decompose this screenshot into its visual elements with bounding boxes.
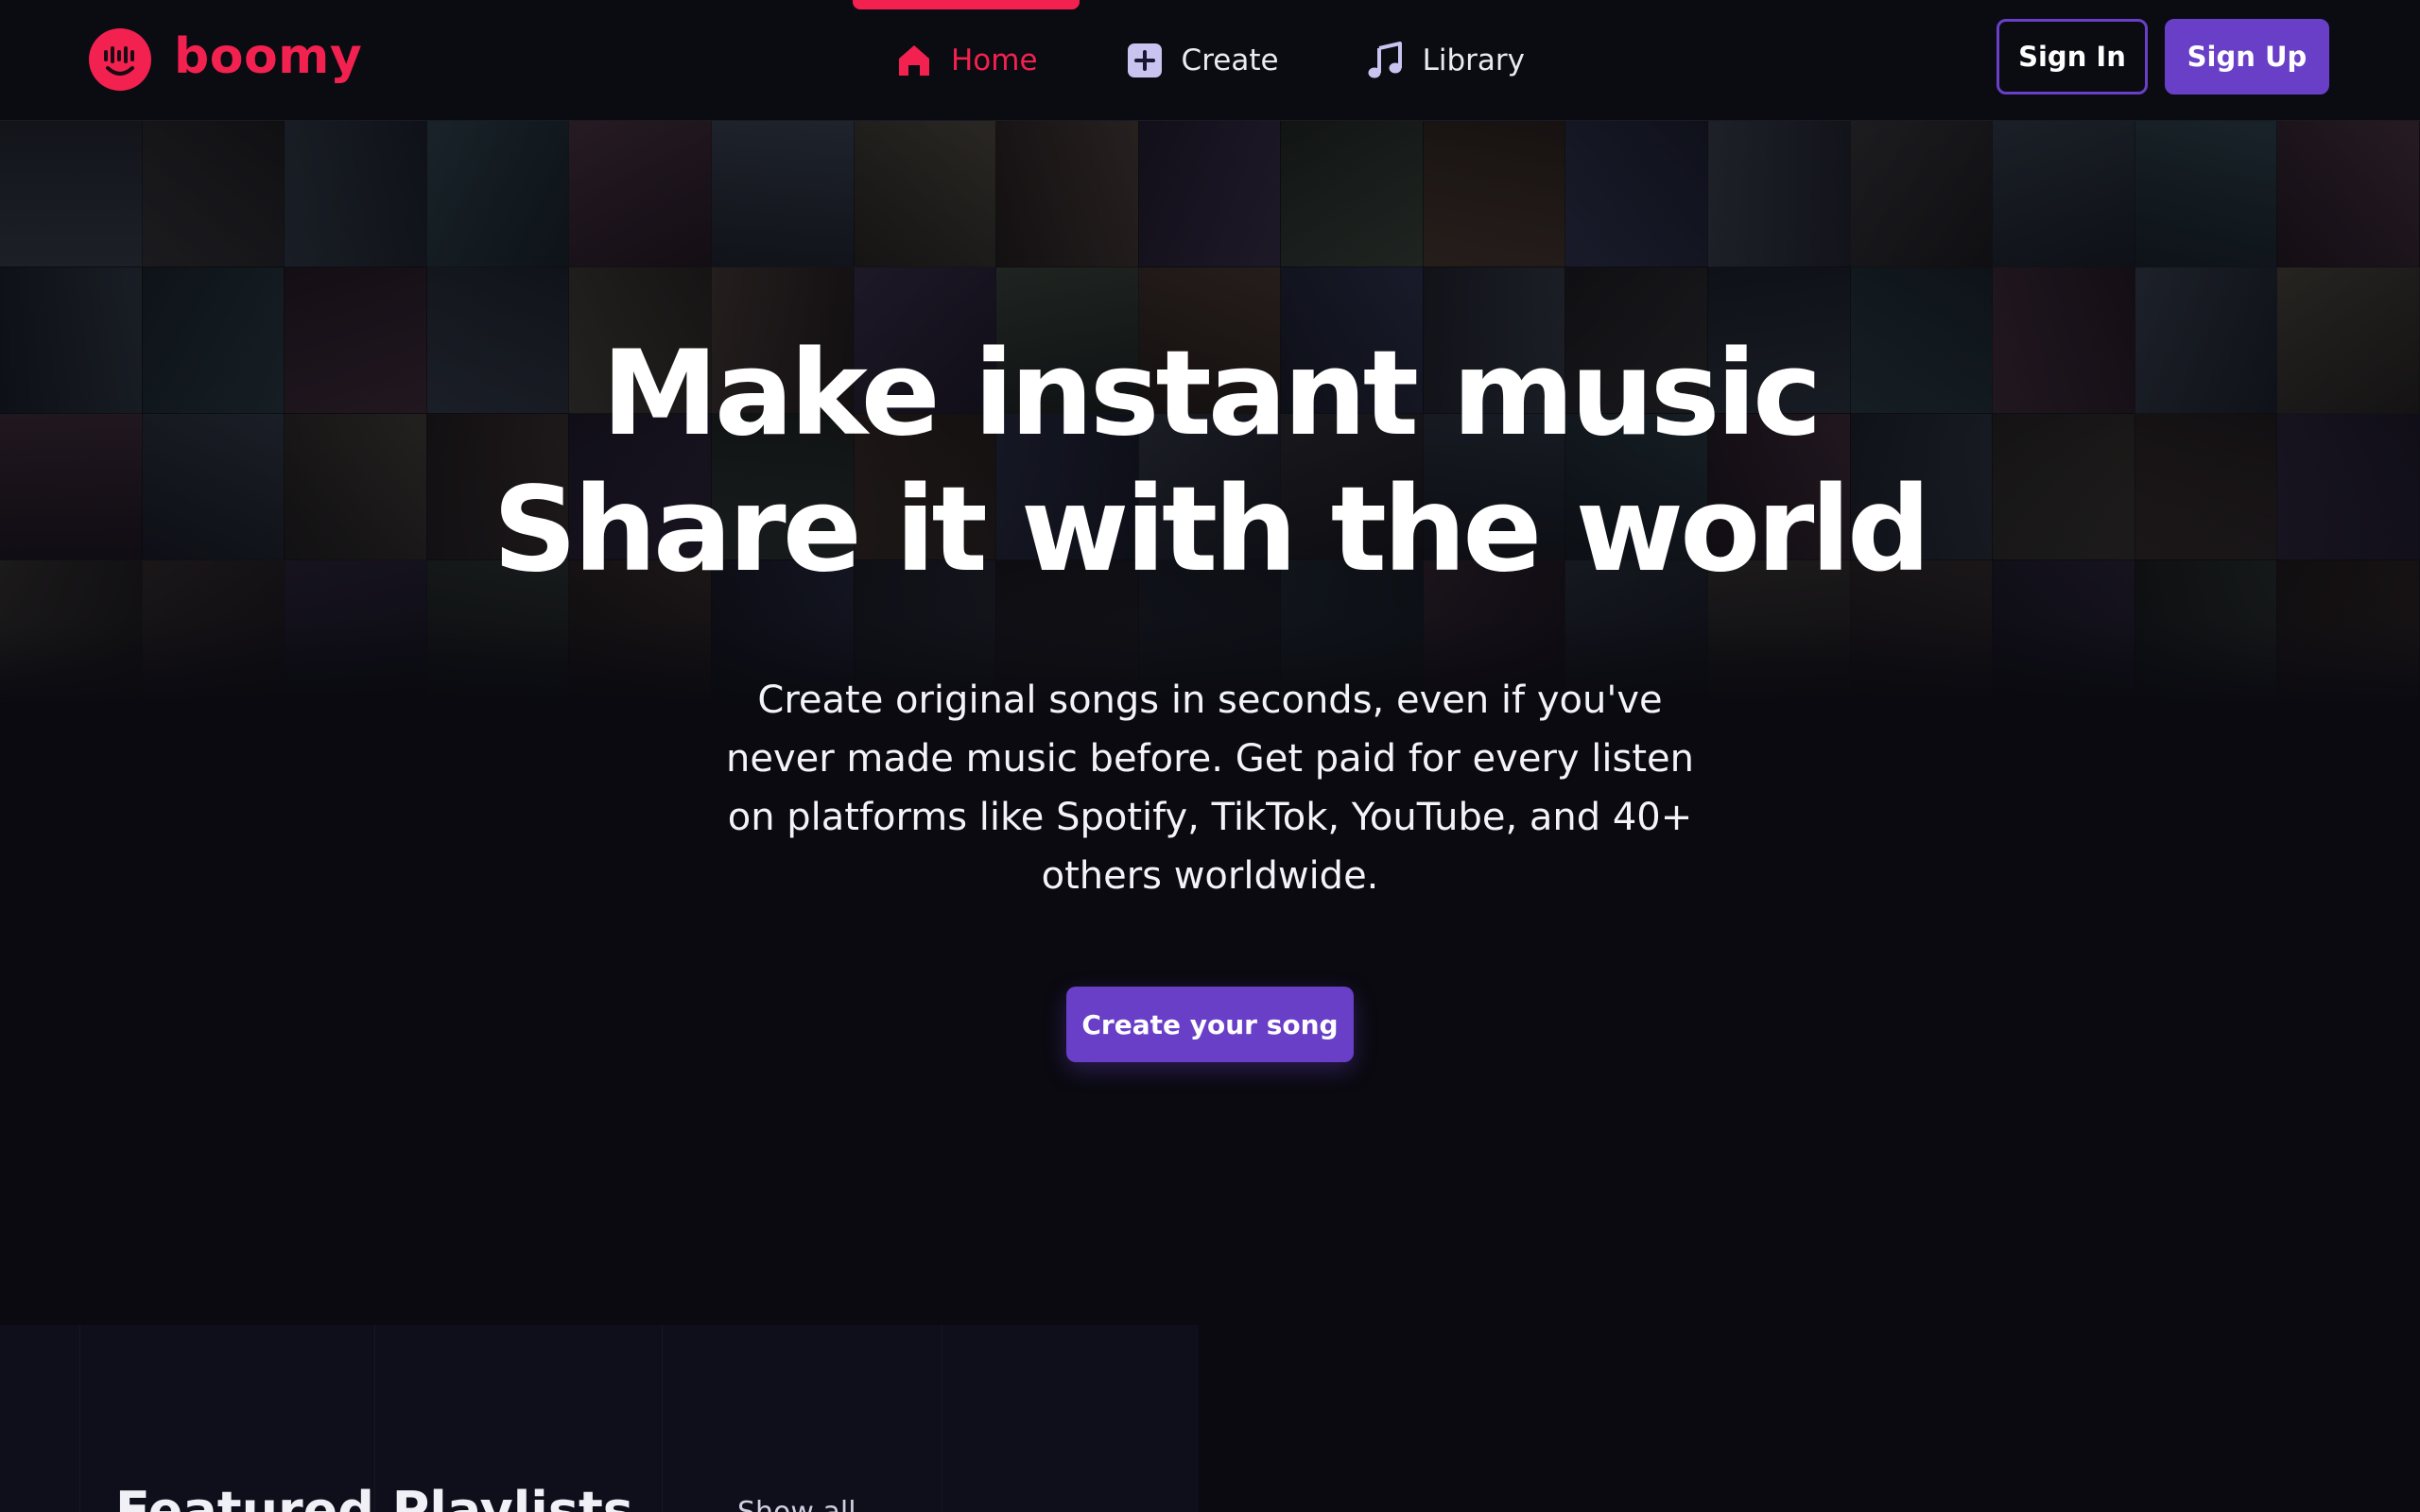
hero-headline: Make instant music Share it with the wor… <box>0 326 2420 598</box>
hero-subtext: Create original songs in seconds, even i… <box>725 679 1694 898</box>
main-nav: Home Create Library <box>851 0 1568 121</box>
panel-divider <box>662 1325 663 1512</box>
featured-playlists-section: Featured Playlists Show all <box>0 1325 1199 1512</box>
nav-item-label: Library <box>1422 43 1525 77</box>
headline-line-1: Make instant music <box>601 326 1822 462</box>
auth-buttons: Sign In Sign Up <box>1996 19 2329 94</box>
home-icon <box>894 41 934 80</box>
nav-item-label: Home <box>951 43 1038 77</box>
top-navigation-bar: boomy Home Create Library Sign In Sign U… <box>0 0 2420 121</box>
plus-square-icon <box>1125 41 1165 80</box>
featured-playlists-title: Featured Playlists <box>115 1481 633 1512</box>
nav-item-home[interactable]: Home <box>851 0 1081 121</box>
headline-line-2: Share it with the world <box>493 462 1930 598</box>
show-all-link[interactable]: Show all <box>737 1499 856 1512</box>
nav-item-label: Create <box>1181 43 1279 77</box>
boomy-smiley-icon <box>89 28 151 91</box>
music-note-icon <box>1366 41 1406 80</box>
brand-name: boomy <box>174 28 363 85</box>
nav-item-create[interactable]: Create <box>1081 0 1322 121</box>
create-your-song-button[interactable]: Create your song <box>1066 987 1354 1062</box>
sign-in-button[interactable]: Sign In <box>1996 19 2148 94</box>
sign-up-button[interactable]: Sign Up <box>2165 19 2329 94</box>
nav-item-library[interactable]: Library <box>1322 0 1568 121</box>
brand-logo-link[interactable]: boomy <box>89 26 362 93</box>
panel-divider <box>79 1325 80 1512</box>
